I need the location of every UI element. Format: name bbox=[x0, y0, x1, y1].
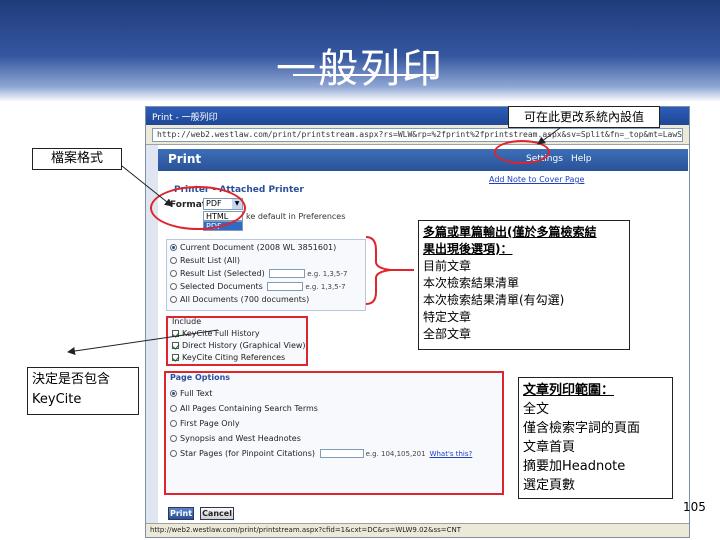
print-header: Print Settings Help bbox=[158, 149, 688, 171]
radio-result-list-selected[interactable]: Result List (Selected) e.g. 1,3,5-7 bbox=[170, 269, 347, 278]
checkbox-keycite-full-history[interactable]: KeyCite Full History bbox=[172, 329, 260, 338]
page-number: 105 bbox=[683, 500, 706, 514]
radio-result-list-all[interactable]: Result List (All) bbox=[170, 256, 240, 265]
default-preferences-text: ke default in Preferences bbox=[246, 212, 346, 221]
include-title: Include bbox=[172, 317, 202, 326]
slide-title: 一般列印 bbox=[276, 46, 444, 92]
radio-icon[interactable] bbox=[170, 450, 177, 457]
radio-icon[interactable] bbox=[170, 244, 177, 251]
checkbox-icon[interactable] bbox=[172, 342, 179, 349]
callout-output: 多篇或單篇輸出(僅於多篇檢索結 果出現後選項)： 目前文章 本次檢索結果清單 本… bbox=[418, 220, 630, 350]
result-list-selected-input[interactable] bbox=[269, 269, 306, 278]
status-bar: http://web2.westlaw.com/print/printstrea… bbox=[146, 523, 689, 537]
radio-star-pages[interactable]: Star Pages (for Pinpoint Citations) e.g.… bbox=[170, 449, 472, 458]
radio-icon[interactable] bbox=[170, 390, 177, 397]
radio-icon[interactable] bbox=[170, 435, 177, 442]
format-highlight bbox=[150, 186, 246, 230]
address-input[interactable]: http://web2.westlaw.com/print/printstrea… bbox=[152, 128, 683, 142]
settings-highlight bbox=[494, 140, 550, 164]
title-underline bbox=[293, 74, 435, 76]
checkbox-icon[interactable] bbox=[172, 354, 179, 361]
radio-icon[interactable] bbox=[170, 283, 177, 290]
radio-icon[interactable] bbox=[170, 405, 177, 412]
cancel-button[interactable]: Cancel bbox=[200, 507, 234, 520]
radio-full-text[interactable]: Full Text bbox=[170, 389, 212, 398]
radio-icon[interactable] bbox=[170, 420, 177, 427]
callout-keycite: 決定是否包含 KeyCite bbox=[27, 367, 139, 415]
star-pages-input[interactable] bbox=[319, 449, 364, 458]
radio-synopsis-headnotes[interactable]: Synopsis and West Headnotes bbox=[170, 434, 301, 443]
checkbox-direct-history[interactable]: Direct History (Graphical View) bbox=[172, 341, 306, 350]
callout-settings: 可在此更改系統內設值 bbox=[508, 106, 660, 128]
checkbox-keycite-citing-references[interactable]: KeyCite Citing References bbox=[172, 353, 285, 362]
selected-documents-input[interactable] bbox=[267, 282, 304, 291]
address-bar: http://web2.westlaw.com/print/printstrea… bbox=[146, 125, 689, 145]
whats-this-link[interactable]: What's this? bbox=[430, 450, 473, 458]
page-options-title: Page Options bbox=[170, 373, 231, 382]
checkbox-icon[interactable] bbox=[172, 330, 179, 337]
radio-all-documents[interactable]: All Documents (700 documents) bbox=[170, 295, 309, 304]
print-title: Print bbox=[168, 152, 202, 166]
radio-icon[interactable] bbox=[170, 296, 177, 303]
add-note-link[interactable]: Add Note to Cover Page bbox=[489, 175, 584, 184]
radio-icon[interactable] bbox=[170, 257, 177, 264]
page-options-group bbox=[164, 371, 504, 495]
radio-current-document[interactable]: Current Document (2008 WL 3851601) bbox=[170, 243, 336, 252]
help-link[interactable]: Help bbox=[571, 154, 592, 164]
radio-selected-documents[interactable]: Selected Documents e.g. 1,3,5-7 bbox=[170, 282, 346, 291]
radio-first-page[interactable]: First Page Only bbox=[170, 419, 240, 428]
callout-format: 檔案格式 bbox=[32, 148, 122, 170]
callout-range: 文章列印範圍： 全文 僅含檢索字詞的頁面 文章首頁 摘要加Headnote 選定… bbox=[518, 377, 673, 499]
print-button[interactable]: Print bbox=[168, 507, 194, 520]
radio-search-term-pages[interactable]: All Pages Containing Search Terms bbox=[170, 404, 318, 413]
radio-icon[interactable] bbox=[170, 270, 177, 277]
